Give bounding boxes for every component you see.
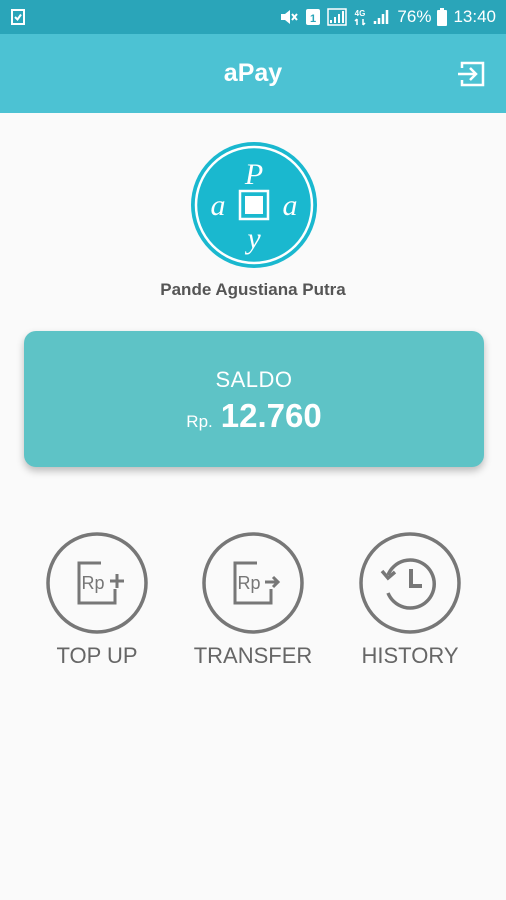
sim-icon: 1 xyxy=(305,8,321,26)
logo-letter-a-right: a xyxy=(283,189,298,222)
balance-card: SALDO Rp. 12.760 xyxy=(24,331,484,467)
task-check-icon xyxy=(10,8,26,26)
transfer-icon-text: Rp xyxy=(237,573,260,593)
transfer-button[interactable]: Rp TRANSFER xyxy=(183,531,323,671)
signal-icon xyxy=(327,8,348,26)
mute-icon xyxy=(279,8,299,26)
balance-label: SALDO xyxy=(215,367,293,392)
status-bar: 1 4G 76% 13:40 xyxy=(0,0,506,34)
user-name: Pande Agustiana Putra xyxy=(160,280,346,299)
history-label: HISTORY xyxy=(361,643,459,668)
battery-icon xyxy=(437,8,448,26)
logout-icon xyxy=(458,61,485,87)
app-title: aPay xyxy=(223,59,283,87)
balance-amount-row: Rp. 12.760 xyxy=(24,397,484,435)
history-icon xyxy=(359,532,461,634)
balance-currency: Rp. xyxy=(186,412,213,431)
logo-letter-p: P xyxy=(244,158,263,191)
clock: 13:40 xyxy=(453,7,496,26)
network-4g-icon: 4G xyxy=(353,8,367,26)
history-button[interactable]: HISTORY xyxy=(340,531,480,671)
svg-text:1: 1 xyxy=(310,13,316,25)
balance-amount: 12.760 xyxy=(220,397,322,434)
signal-bars-icon xyxy=(373,8,391,26)
logout-button[interactable] xyxy=(456,58,488,90)
transfer-label: TRANSFER xyxy=(193,643,313,668)
app-bar: aPay xyxy=(0,34,506,113)
rp-arrow-icon: Rp xyxy=(202,532,304,634)
topup-label: TOP UP xyxy=(56,643,138,668)
topup-button[interactable]: Rp TOP UP xyxy=(27,531,167,671)
logo-letter-a-left: a xyxy=(211,189,226,222)
battery-percent: 76% xyxy=(397,7,432,26)
logo-letter-y: y xyxy=(244,222,261,255)
rp-plus-icon: Rp xyxy=(46,532,148,634)
network-label: 4G xyxy=(355,9,366,18)
apay-logo: P a a y xyxy=(189,140,319,270)
topup-icon-text: Rp xyxy=(81,573,104,593)
